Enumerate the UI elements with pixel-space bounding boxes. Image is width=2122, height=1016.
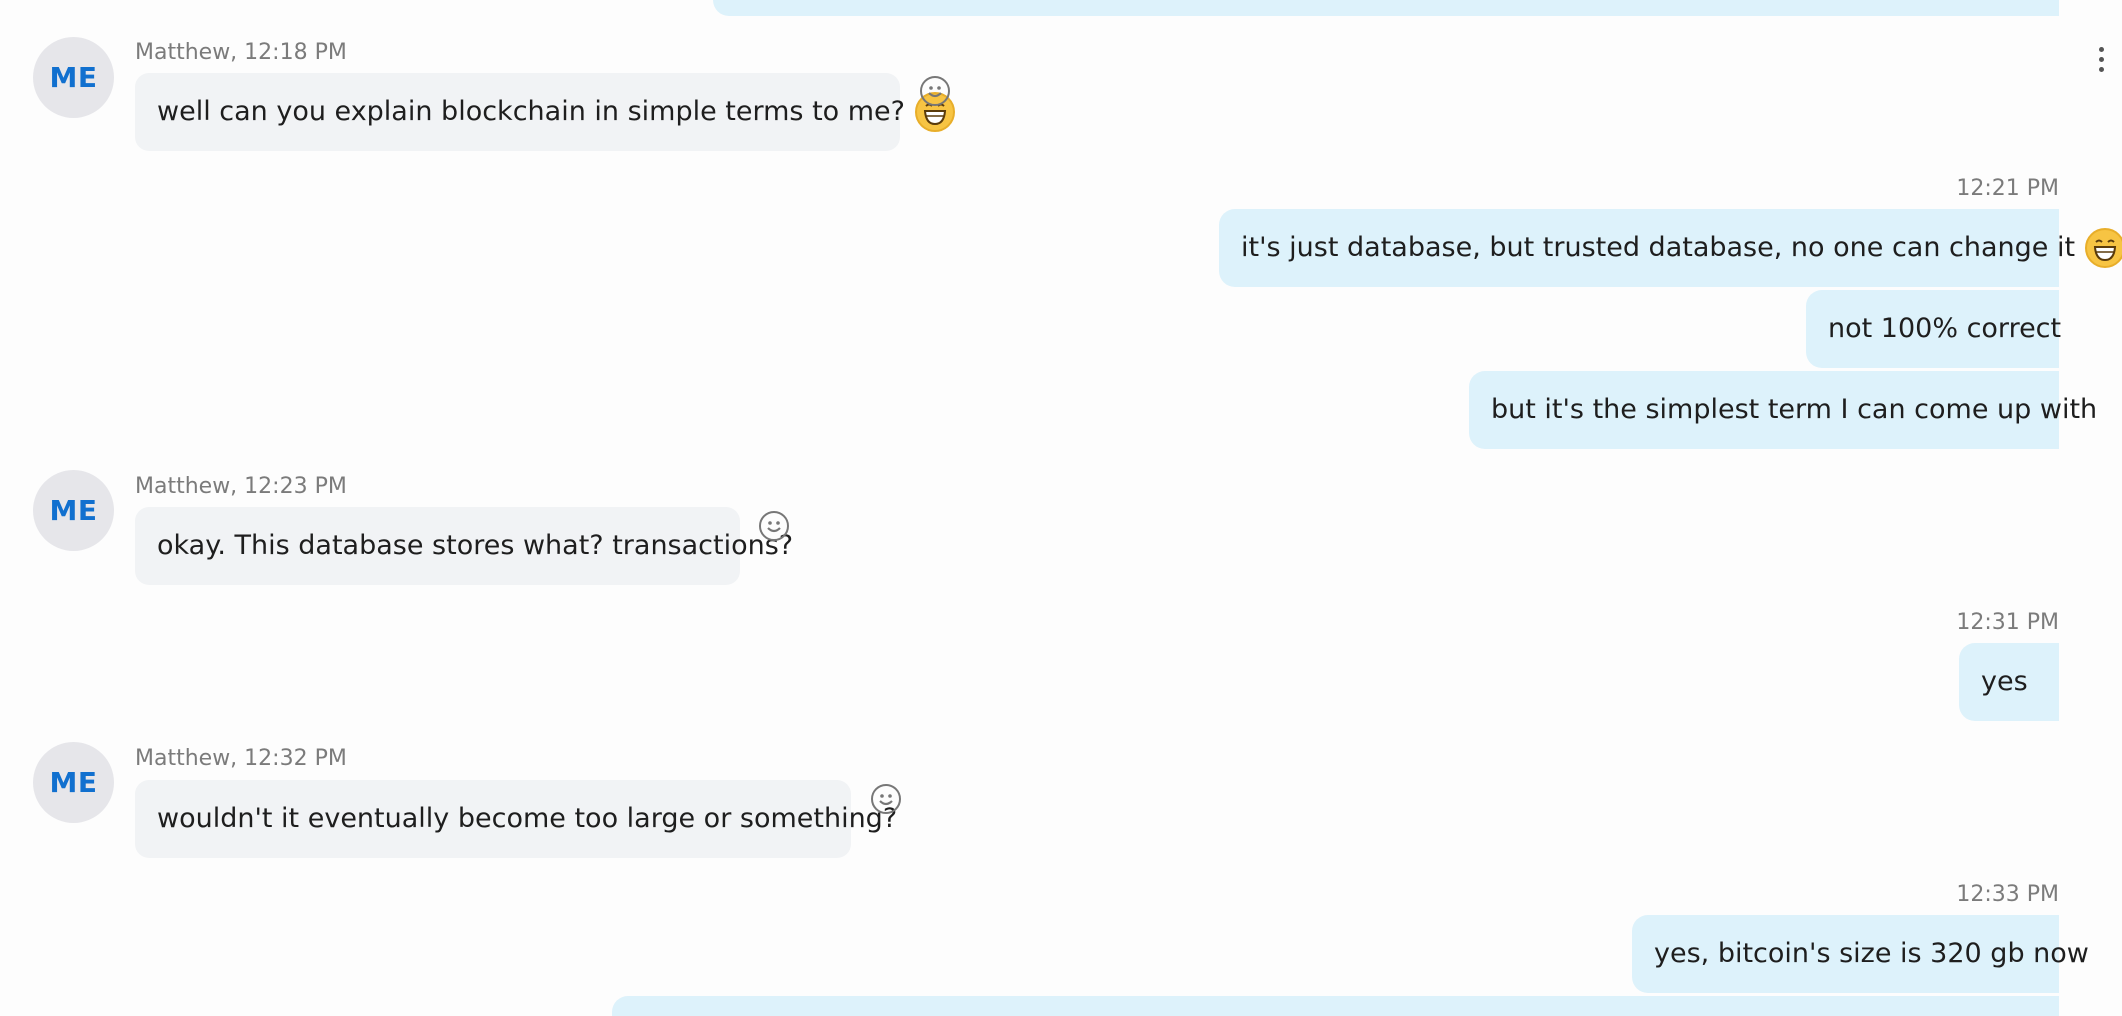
sender-timestamp: Matthew, 12:23 PM [135, 474, 347, 499]
message-text: yes [1981, 666, 2028, 697]
partial-outgoing-bubble-bottom [612, 996, 2059, 1016]
outgoing-message-bubble[interactable]: but it's the simplest term I can come up… [1469, 371, 2097, 449]
outgoing-message-bubble[interactable]: not 100% correct [1806, 290, 2062, 368]
smiley-reaction-icon[interactable] [920, 76, 950, 106]
message-text: yes, bitcoin's size is 320 gb now [1654, 938, 2089, 969]
message-text: well can you explain blockchain in simpl… [157, 96, 905, 127]
message-text: okay. This database stores what? transac… [157, 530, 794, 561]
more-options-icon[interactable] [2099, 47, 2105, 77]
sender-timestamp: Matthew, 12:32 PM [135, 746, 347, 771]
outgoing-message-bubble[interactable]: yes, bitcoin's size is 320 gb now [1632, 915, 2089, 993]
message-text: not 100% correct [1828, 313, 2062, 344]
message-text: but it's the simplest term I can come up… [1491, 394, 2098, 425]
message-timestamp: 12:21 PM [1956, 176, 2059, 201]
sender-timestamp: Matthew, 12:18 PM [135, 40, 347, 65]
incoming-message-bubble[interactable]: wouldn't it eventually become too large … [135, 780, 897, 858]
message-text: it's just database, but trusted database… [1241, 232, 2076, 263]
outgoing-message-bubble[interactable]: it's just database, but trusted database… [1219, 209, 2122, 287]
message-timestamp: 12:33 PM [1956, 882, 2059, 907]
grinning-face-icon [2085, 228, 2122, 268]
incoming-message-bubble[interactable]: well can you explain blockchain in simpl… [135, 73, 955, 151]
avatar[interactable]: ME [33, 470, 114, 551]
message-text: wouldn't it eventually become too large … [157, 803, 898, 834]
incoming-message-bubble[interactable]: okay. This database stores what? transac… [135, 507, 793, 585]
smiley-reaction-icon[interactable] [759, 511, 789, 541]
outgoing-message-bubble[interactable]: yes [1959, 643, 2059, 721]
avatar[interactable]: ME [33, 37, 114, 118]
partial-outgoing-bubble-top [713, 0, 2059, 16]
avatar[interactable]: ME [33, 742, 114, 823]
message-timestamp: 12:31 PM [1956, 610, 2059, 635]
smiley-reaction-icon[interactable] [871, 784, 901, 814]
